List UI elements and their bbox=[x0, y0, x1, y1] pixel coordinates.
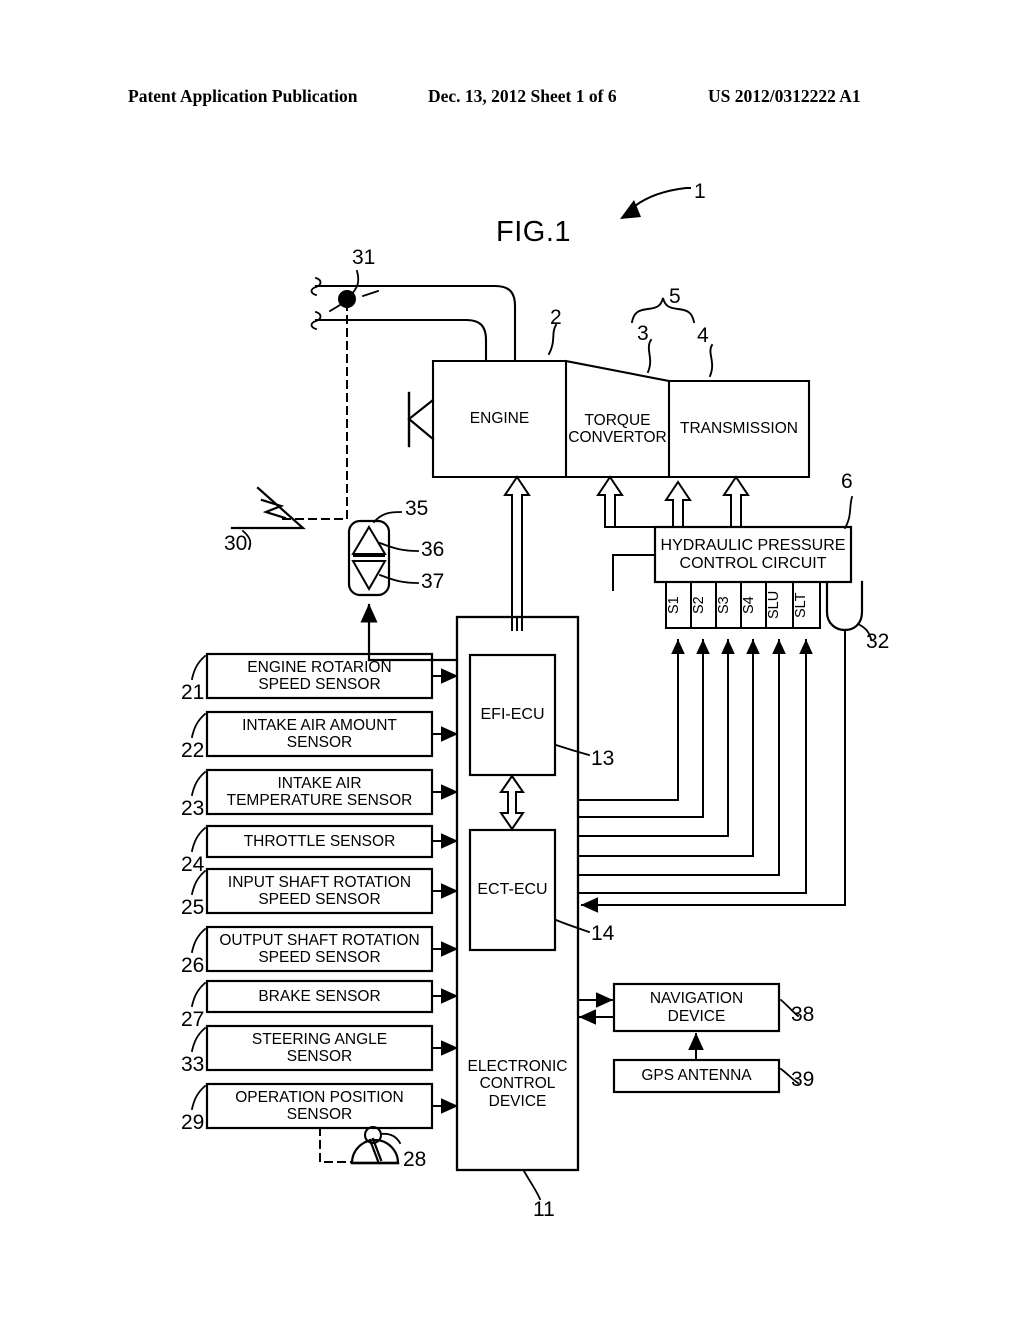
ref-navigation-device: 38 bbox=[791, 1003, 815, 1026]
ref-torque-conv: 3 bbox=[637, 322, 649, 345]
ref-sensor-26: 26 bbox=[181, 954, 205, 977]
ref-shift-lever: 28 bbox=[403, 1148, 427, 1171]
ref-engine: 2 bbox=[550, 306, 562, 329]
ref-sensor-29: 29 bbox=[181, 1111, 205, 1134]
ref-wheel: 30 bbox=[224, 532, 248, 555]
ref-sensor-27: 27 bbox=[181, 1008, 205, 1031]
solenoid-slu: SLU bbox=[766, 590, 782, 620]
ref-system: 1 bbox=[694, 180, 706, 203]
solenoid-s4: S4 bbox=[741, 596, 757, 614]
ref-electronic-control-device: 11 bbox=[533, 1198, 555, 1221]
ref-paddle-switch: 35 bbox=[405, 497, 429, 520]
solenoid-s1: S1 bbox=[666, 596, 682, 614]
solenoid-s2: S2 bbox=[691, 596, 707, 614]
ref-sensor-23: 23 bbox=[181, 797, 205, 820]
ref-sensor-22: 22 bbox=[181, 739, 205, 762]
ref-efi-ecu: 13 bbox=[591, 747, 615, 770]
ref-ect-ecu: 14 bbox=[591, 922, 615, 945]
ref-accelerator-pedal: 31 bbox=[352, 246, 376, 269]
ref-gps-antenna: 39 bbox=[791, 1068, 815, 1091]
ref-sensor-33: 33 bbox=[181, 1053, 205, 1076]
ref-hydraulic: 6 bbox=[841, 470, 853, 493]
ref-downshift-switch: 37 bbox=[421, 570, 445, 593]
ref-transmission: 4 bbox=[697, 324, 709, 347]
figure-linework bbox=[190, 186, 873, 1201]
ref-powertrain-brace: 5 bbox=[669, 285, 681, 308]
solenoid-slt: SLT bbox=[793, 592, 809, 618]
figure-title: FIG.1 bbox=[496, 216, 572, 248]
ref-sensor-24: 24 bbox=[181, 853, 205, 876]
ref-sensor-21: 21 bbox=[181, 681, 205, 704]
patent-figure-page: Patent Application Publication Dec. 13, … bbox=[0, 0, 1024, 1320]
ref-upshift-switch: 36 bbox=[421, 538, 445, 561]
ref-oil-temp-sensor: 32 bbox=[866, 630, 890, 653]
ref-sensor-25: 25 bbox=[181, 896, 205, 919]
solenoid-s3: S3 bbox=[716, 596, 732, 614]
